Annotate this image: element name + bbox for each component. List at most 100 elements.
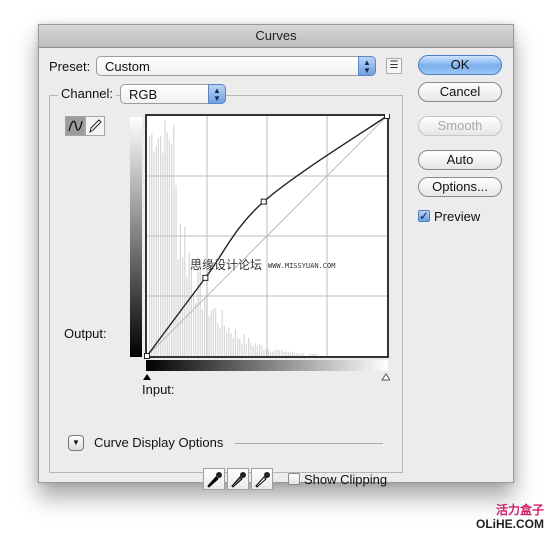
black-point-slider[interactable]: [143, 374, 151, 380]
histogram-bar: [223, 325, 225, 356]
histogram-bar: [193, 290, 195, 356]
histogram-bar: [162, 152, 164, 356]
histogram-bar: [281, 349, 283, 356]
curve-control-point[interactable]: [384, 114, 390, 119]
histogram-bar: [157, 138, 159, 356]
histogram-bar: [296, 353, 298, 356]
histogram-bar: [239, 338, 241, 356]
watermark-text: 思缘设计论坛: [190, 258, 262, 272]
histogram-bar: [217, 323, 219, 356]
curve-control-point[interactable]: [144, 353, 150, 359]
histogram-bar: [285, 351, 287, 356]
histogram-bar: [254, 343, 256, 356]
histogram-bar: [237, 337, 239, 356]
histogram-bar: [245, 343, 247, 356]
histogram-bar: [204, 298, 206, 356]
histogram-bar: [259, 343, 261, 356]
show-clipping-checkbox[interactable]: [288, 473, 300, 485]
histogram-bar: [250, 342, 252, 356]
options-button[interactable]: Options...: [418, 177, 502, 197]
smooth-button[interactable]: Smooth: [418, 116, 502, 136]
curve-point-tool[interactable]: [65, 116, 85, 136]
channel-select[interactable]: RGB ▲ ▼: [120, 84, 226, 104]
histogram-bar: [289, 352, 291, 356]
histogram-bar: [230, 333, 232, 356]
histogram-bar: [219, 328, 221, 356]
histogram-bar: [160, 135, 162, 356]
site-watermark-en: OLiHE.COM: [476, 517, 544, 531]
histogram-bar: [292, 351, 294, 356]
histogram-bar: [278, 350, 280, 356]
histogram-bar: [248, 337, 250, 356]
preset-select[interactable]: Custom ▲ ▼: [96, 56, 376, 76]
preset-label: Preset:: [49, 59, 91, 74]
preview-checkbox[interactable]: ✓: [418, 210, 430, 222]
white-point-eyedropper[interactable]: [251, 468, 273, 490]
histogram-bar: [316, 353, 318, 356]
channel-value: RGB: [129, 87, 158, 102]
pencil-icon: [89, 119, 102, 134]
histogram-bar: [155, 146, 157, 356]
histogram-bar: [149, 136, 151, 356]
histogram-bar: [263, 349, 265, 356]
histogram-bar: [252, 345, 254, 356]
histogram-bar: [208, 315, 210, 356]
divider: [235, 443, 383, 444]
curve-display-options-label[interactable]: Curve Display Options: [94, 435, 223, 450]
histogram-bar: [199, 261, 201, 356]
histogram-bar: [212, 308, 214, 356]
histogram-bar: [241, 343, 243, 356]
histogram-bar: [151, 133, 153, 356]
site-watermark-cn: 活力盒子: [495, 503, 544, 517]
histogram-bar: [314, 353, 316, 356]
eyedropper-white-icon: [255, 472, 270, 488]
triangle-down-icon: ▼: [72, 438, 80, 447]
input-label: Input:: [142, 382, 175, 397]
curve-control-point[interactable]: [260, 198, 267, 205]
histogram-bar: [210, 310, 212, 356]
curves-dialog: Curves Preset: Custom ▲ ▼ ☰ OK Cancel Smo…: [38, 24, 514, 490]
channel-group: Channel: RGB ▲ ▼ Output: Input: 思缘设计论坛 W…: [49, 84, 403, 490]
output-label: Output:: [64, 326, 107, 341]
eyedropper-gray-icon: [231, 472, 246, 488]
curve-control-point[interactable]: [202, 274, 209, 281]
histogram-bar: [153, 151, 155, 356]
histogram-bar: [177, 259, 179, 356]
histogram-bar: [303, 353, 305, 356]
histogram-bar: [195, 302, 197, 356]
black-point-eyedropper[interactable]: [203, 468, 225, 490]
pencil-tool[interactable]: [85, 116, 105, 136]
input-gradient-bar: [146, 360, 388, 371]
preview-label: Preview: [434, 209, 481, 224]
histogram-bar: [294, 352, 296, 356]
histogram-bar: [243, 334, 245, 356]
histogram-bar: [276, 349, 278, 356]
histogram-bar: [190, 264, 192, 356]
histogram-bar: [274, 350, 276, 356]
disclosure-toggle[interactable]: ▼: [68, 435, 84, 451]
channel-label: Channel:: [58, 86, 117, 101]
ok-button[interactable]: OK: [418, 55, 502, 75]
histogram-bar: [261, 345, 263, 356]
preset-value: Custom: [105, 59, 150, 74]
cancel-button[interactable]: Cancel: [418, 82, 502, 102]
histogram-bar: [166, 132, 168, 356]
preset-options-icon[interactable]: ☰: [386, 58, 402, 74]
site-watermark: 活力盒子 OLiHE.COM: [476, 503, 544, 531]
histogram-bar: [226, 332, 228, 356]
histogram-bar: [309, 353, 311, 356]
histogram-bar: [228, 327, 230, 356]
watermark-url: WWW.MISSYUAN.COM: [268, 262, 335, 270]
auto-button[interactable]: Auto: [418, 150, 502, 170]
histogram-bar: [272, 351, 274, 356]
histogram-bar: [300, 353, 302, 356]
gray-point-eyedropper[interactable]: [227, 468, 249, 490]
curves-graph[interactable]: 思缘设计论坛 WWW.MISSYUAN.COM: [130, 114, 390, 384]
histogram-bar: [283, 351, 285, 356]
histogram-bar: [256, 345, 258, 356]
histogram-bar: [298, 353, 300, 356]
histogram-bar: [270, 351, 272, 356]
output-gradient-bar: [130, 117, 142, 357]
histogram-bar: [168, 139, 170, 356]
white-point-slider[interactable]: [381, 373, 390, 381]
